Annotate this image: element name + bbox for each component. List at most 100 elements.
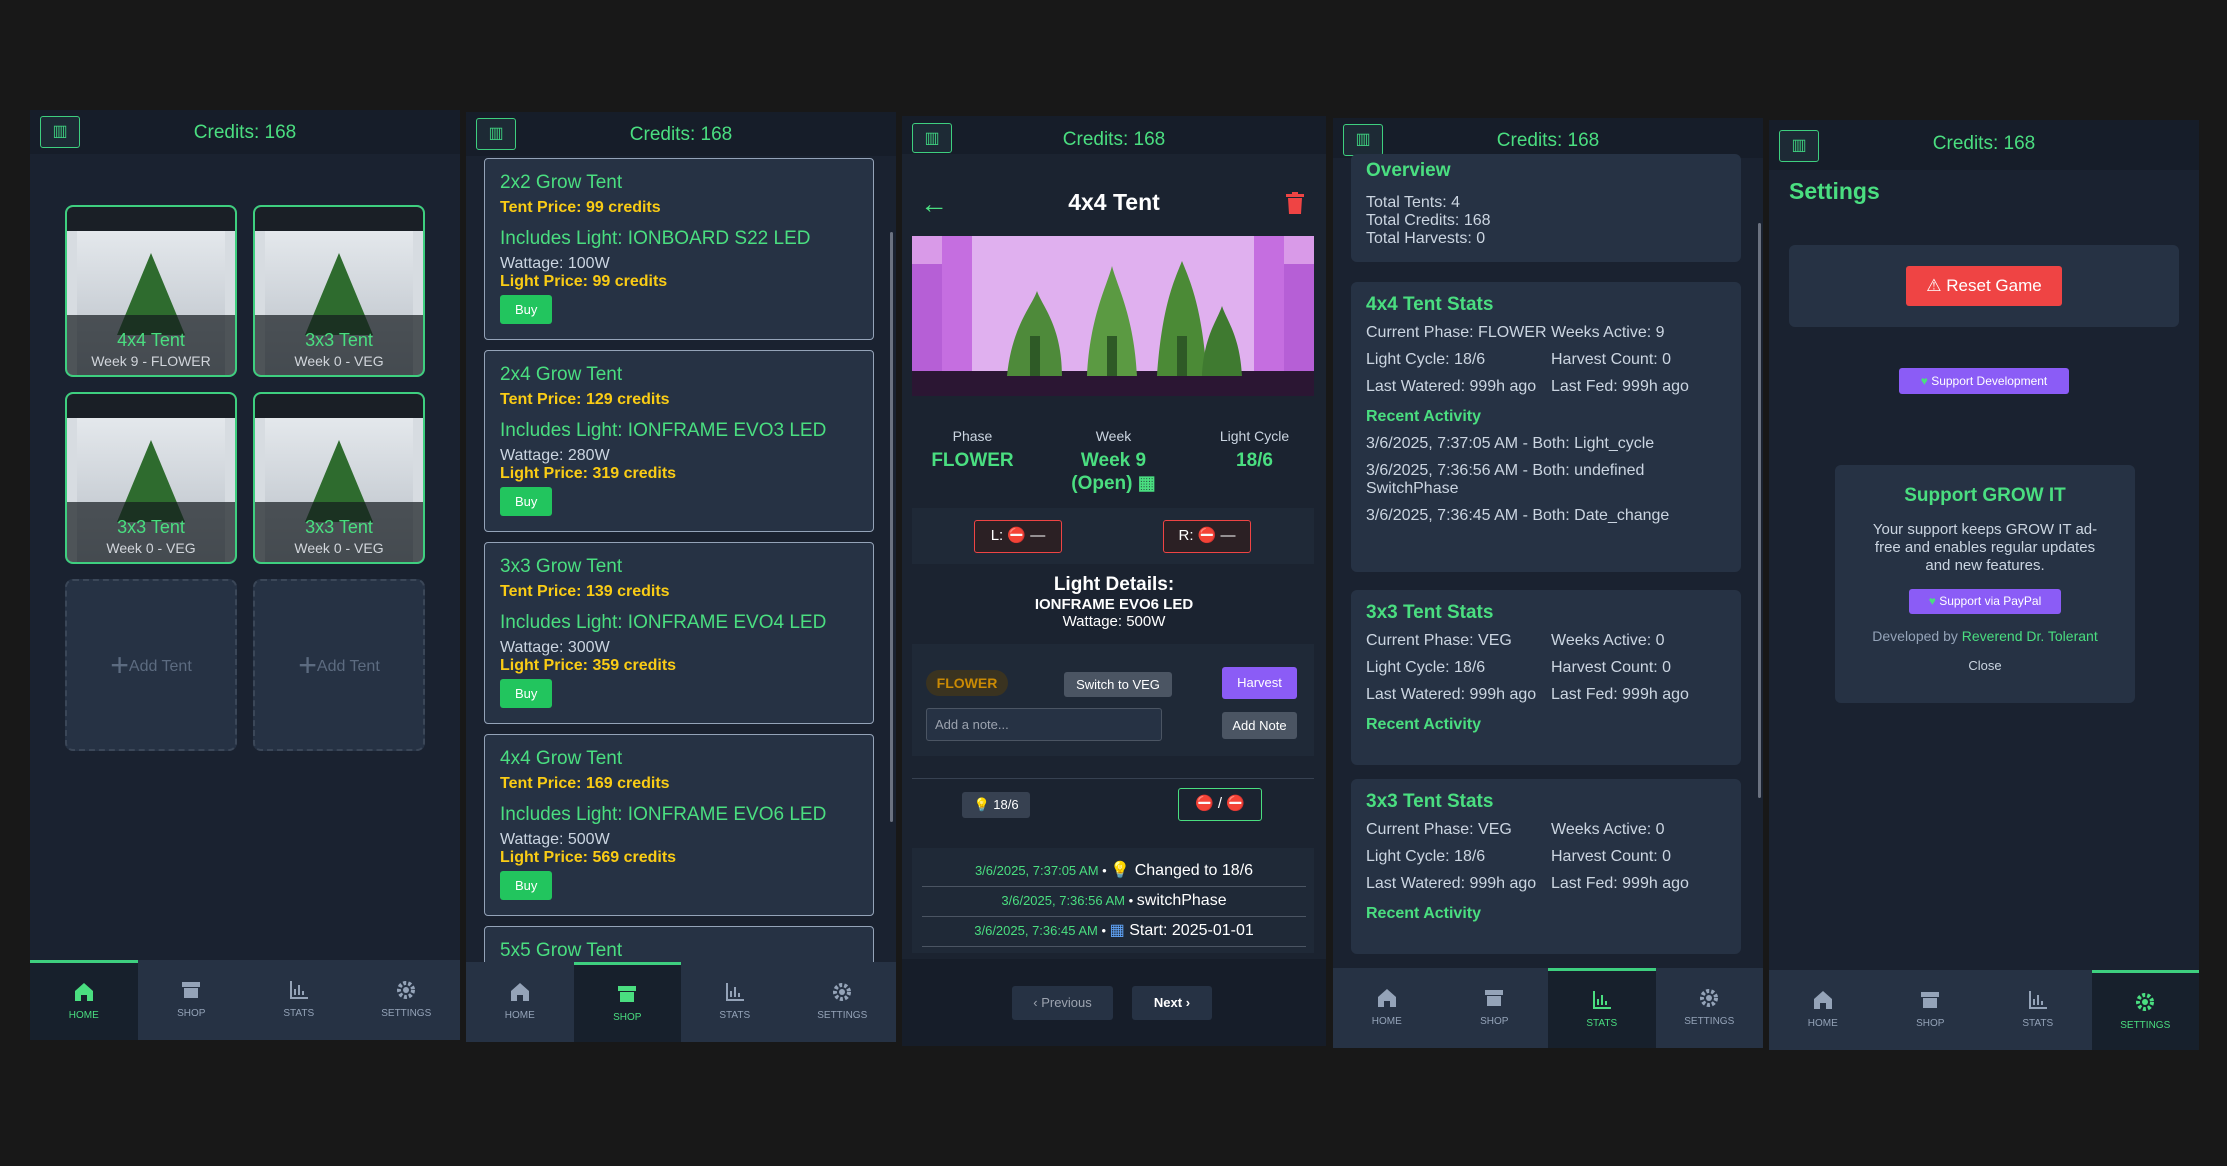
nav-settings[interactable]: SETTINGS [1656,968,1764,1048]
phase-stat: Phase FLOWER [931,428,1014,471]
support-development-button[interactable]: ♥ Support Development [1899,368,2069,394]
nav-stats[interactable]: STATS [681,962,789,1042]
gear-icon [833,983,852,1001]
nav-settings[interactable]: SETTINGS [353,960,461,1040]
nav-home[interactable]: HOME [30,960,138,1040]
log-entry: 3/6/2025, 7:36:56 AM • switchPhase [922,888,1306,917]
store-icon [182,982,201,998]
stats-screen: ▥ Credits: 168 Overview Total Tents: 4 T… [1333,118,1763,1048]
tent-stats-card: 3x3 Tent Stats Current Phase: VEG Weeks A… [1351,779,1741,954]
item-title: 2x4 Grow Tent [500,364,623,385]
tent-card[interactable]: 3x3 Tent Week 0 - VEG [253,205,425,377]
bulb-icon: 💡 [1110,862,1131,879]
nav-shop[interactable]: SHOP [573,962,681,1042]
add-tent-button[interactable]: +Add Tent [65,579,237,751]
gear-icon [397,981,416,999]
nav-stats[interactable]: STATS [1984,970,2092,1050]
buy-button[interactable]: Buy [500,871,553,900]
nav-stats[interactable]: STATS [1548,968,1656,1048]
right-status-badge[interactable]: R: ⛔ — [1163,520,1251,553]
next-button[interactable]: Next › [1132,986,1212,1020]
reset-game-button[interactable]: ⚠ Reset Game [1906,266,2062,306]
activity-item: 3/6/2025, 7:36:56 AM - Both: undefined S… [1366,462,1645,497]
tent-card[interactable]: 3x3 Tent Week 0 - VEG [253,392,425,564]
bottom-nav: HOME SHOP STATS SETTINGS [1333,968,1763,1048]
no-entry-icon: ⛔ [1195,795,1214,812]
store-icon [1921,992,1940,1008]
scrollbar[interactable] [1758,223,1761,798]
no-entry-icon: ⛔ [1197,527,1217,544]
home-screen: ▥ Credits: 168 4x4 Tent Week 9 - FLOWER … [30,110,460,1040]
nav-shop[interactable]: SHOP [1877,970,1985,1050]
tent-price: Tent Price: 99 credits [500,199,661,216]
shop-item: 2x2 Grow Tent Tent Price: 99 credits Inc… [484,158,874,340]
nav-stats[interactable]: STATS [245,960,353,1040]
add-tent-button[interactable]: +Add Tent [253,579,425,751]
tent-title: 4x4 Tent [1068,189,1160,215]
light-price: Light Price: 359 credits [500,657,677,674]
tent-card[interactable]: 3x3 Tent Week 0 - VEG [65,392,237,564]
light-price: Light Price: 99 credits [500,273,668,290]
wattage: Wattage: 300W [500,639,610,656]
wattage: Wattage: 280W [500,447,610,464]
nav-home[interactable]: HOME [466,962,574,1042]
close-button[interactable]: Close [1835,658,2135,673]
tent-photo [912,236,1314,396]
chart-icon [2028,991,2047,1009]
shop-item: 4x4 Grow Tent Tent Price: 169 credits In… [484,734,874,916]
included-light: Includes Light: IONFRAME EVO4 LED [500,612,827,633]
tent-detail-screen: ▥ Credits: 168 ← 4x4 Tent Phase FLOWER W… [902,116,1326,1046]
buy-button[interactable]: Buy [500,679,553,708]
included-light: Includes Light: IONBOARD S22 LED [500,228,811,249]
page-title: Settings [1789,178,1880,204]
header: ▥ Credits: 168 [1333,118,1763,158]
nav-home[interactable]: HOME [1769,970,1877,1050]
home-icon [1813,991,1832,1009]
home-icon [510,983,529,1001]
credits-display: Credits: 168 [1496,130,1600,151]
tent-card[interactable]: 4x4 Tent Week 9 - FLOWER [65,205,237,377]
week-stat[interactable]: Week Week 9 (Open) ▦ [1043,428,1184,495]
buy-button[interactable]: Buy [500,487,553,516]
tent-price: Tent Price: 129 credits [500,391,670,408]
log-entry: 3/6/2025, 7:37:05 AM • 💡 Changed to 18/6 [922,858,1306,887]
buy-button[interactable]: Buy [500,295,553,324]
header: ▥ Credits: 168 [30,110,460,154]
store-icon [618,986,637,1002]
tent-stats-card: 4x4 Tent Stats Current Phase: FLOWER Week… [1351,282,1741,572]
water-feed-chip[interactable]: ⛔ / ⛔ [1178,788,1262,821]
left-status-badge[interactable]: L: ⛔ — [974,520,1062,553]
note-input[interactable]: Add a note... [926,708,1162,741]
calendar-icon[interactable]: ▦ [1138,473,1156,494]
bottom-nav: HOME SHOP STATS SETTINGS [30,960,460,1040]
harvest-button[interactable]: Harvest [1222,667,1297,699]
switch-phase-button[interactable]: Switch to VEG [1064,672,1172,697]
tent-status: Week 0 - VEG [294,353,384,369]
nav-shop[interactable]: SHOP [138,960,246,1040]
tent-name: 3x3 Tent [305,517,373,537]
light-cycle-chip[interactable]: 💡 18/6 [962,792,1030,818]
developer-link[interactable]: Reverend Dr. Tolerant [1962,628,2098,644]
shop-screen: ▥ Credits: 168 2x2 Grow Tent Tent Price:… [466,112,896,1042]
nav-shop[interactable]: SHOP [1441,968,1549,1048]
light-cycle-stat: Light Cycle 18/6 [1219,428,1290,471]
nav-home[interactable]: HOME [1333,968,1441,1048]
divider [912,778,1314,779]
phase-chip: FLOWER [926,670,1008,696]
paypal-button[interactable]: ♥ Support via PayPal [1909,589,2061,614]
tent-name: 3x3 Tent [305,330,373,350]
nav-settings[interactable]: SETTINGS [2091,970,2199,1050]
included-light: Includes Light: IONFRAME EVO6 LED [500,804,827,825]
log-entry: 3/6/2025, 7:36:45 AM • ▦ Start: 2025-01-… [922,918,1306,947]
trash-icon[interactable] [1285,192,1305,214]
wattage: Wattage: 100W [500,255,610,272]
included-light: Includes Light: IONFRAME EVO3 LED [500,420,827,441]
item-title: 3x3 Grow Tent [500,556,623,577]
scrollbar[interactable] [890,232,893,822]
previous-button[interactable]: ‹ Previous [1012,986,1113,1020]
item-title: 4x4 Grow Tent [500,748,623,769]
chart-icon [1592,991,1611,1009]
nav-settings[interactable]: SETTINGS [789,962,897,1042]
tent-status: Week 0 - VEG [106,540,196,556]
add-note-button[interactable]: Add Note [1222,712,1297,739]
